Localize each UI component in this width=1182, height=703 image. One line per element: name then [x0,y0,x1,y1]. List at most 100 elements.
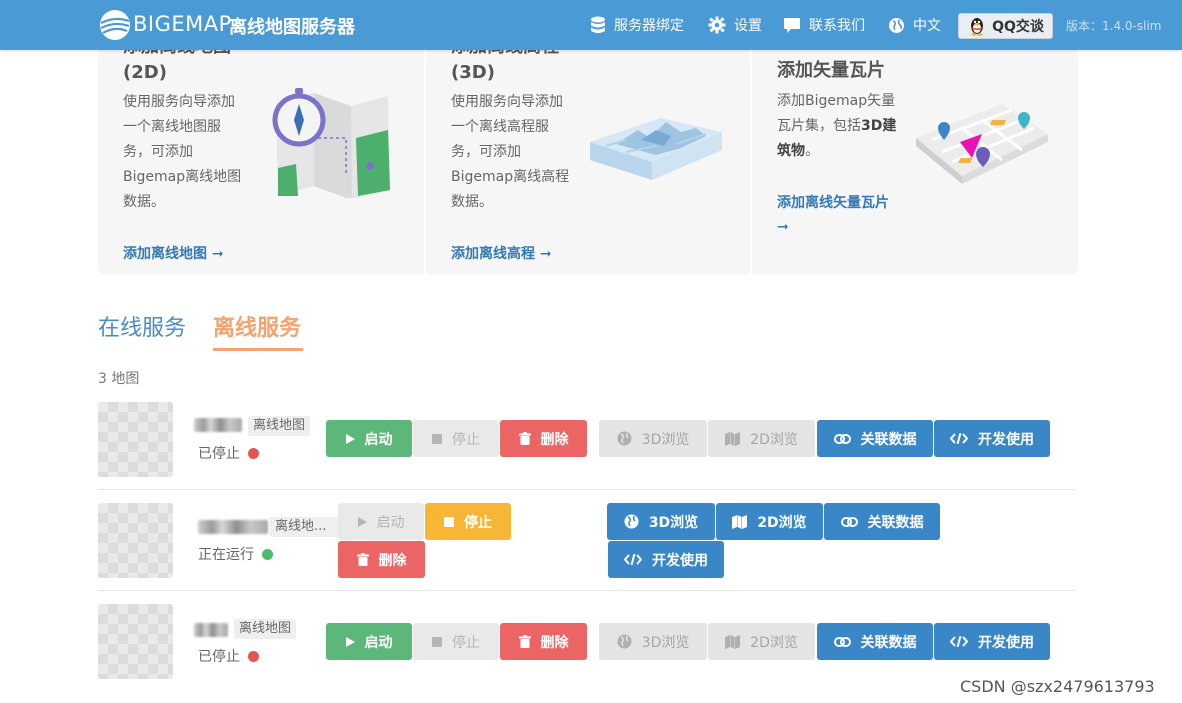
status-text: 已停止 [198,649,240,665]
button-label: 关联数据 [867,514,924,531]
version-label: 版本：1.4.0-slim [1066,19,1162,33]
map-type-tag: 离线地图 [248,416,311,436]
nav-language[interactable]: 中文 [888,0,941,50]
card-desc-line: 务，可添加 [451,144,521,160]
active-tab-underline [213,348,303,351]
card-title: 添加矢量瓦片 [777,60,885,81]
globe-icon [617,634,632,649]
qq-chat-button[interactable]: QQ交谈 [958,13,1053,39]
button-label: 3D浏览 [641,634,690,651]
nav-contact-label: 联系我们 [809,18,865,34]
link-data-button[interactable]: 关联数据 [824,503,940,540]
map-count: 3 地图 [98,371,140,387]
card-add-offline-elevation: 添加离线高程 (3D) 使用服务向导添加 一个离线高程服 务，可添加 Bigem… [426,36,750,274]
view-2d-button[interactable]: 2D浏览 [716,503,823,540]
nav-contact[interactable]: 联系我们 [783,0,865,50]
play-icon [345,433,355,444]
button-label: 删除 [540,431,569,448]
card-desc-line: 数据。 [123,194,165,210]
card-desc-bold: 3D [861,118,883,134]
delete-button[interactable]: 删除 [500,623,587,660]
top-header: BIGEMAP 离线地图服务器 服务器绑定 设置 联系我们 中文 QQ交谈 版本… [0,0,1182,50]
button-label: 删除 [378,552,407,569]
dev-use-button[interactable]: 开发使用 [934,623,1050,660]
map-status: 已停止 [198,443,259,463]
link-data-button[interactable]: 关联数据 [817,420,933,457]
qq-chat-label: QQ交谈 [992,19,1044,35]
add-vector-tiles-link[interactable]: 添加离线矢量瓦片 ➞ [777,191,917,239]
button-label: 关联数据 [860,431,917,448]
view-3d-button[interactable]: 3D浏览 [599,623,707,660]
link-label: 添加离线地图 [123,246,207,262]
code-icon [950,636,968,647]
card-description: 使用服务向导添加 一个离线高程服 务，可添加 Bigemap离线高程 数据。 [451,90,581,215]
card-desc-text: 。 [805,143,819,159]
terrain-3d-icon [590,118,722,180]
map-thumbnail [98,402,173,477]
stop-button[interactable]: 停止 [425,503,511,540]
map-name-blurred [194,418,242,432]
card-desc-line: 数据。 [451,194,493,210]
chat-icon [784,17,800,33]
status-dot-stopped [248,447,259,459]
card-desc-line: Bigemap离线高程 [451,169,570,185]
view-3d-button[interactable]: 3D浏览 [599,420,707,457]
arrow-right-icon: ➞ [211,246,224,262]
delete-button[interactable]: 删除 [338,541,425,578]
button-label: 启动 [364,431,393,448]
map-status: 已停止 [198,646,259,666]
link-label: 添加离线高程 [451,246,535,262]
view-2d-button[interactable]: 2D浏览 [708,420,815,457]
chain-link-icon [833,433,851,444]
trash-icon [518,635,531,648]
delete-button[interactable]: 删除 [500,420,587,457]
start-button[interactable]: 启动 [326,623,412,660]
vector-tiles-map-icon [916,104,1048,184]
chain-link-icon [833,636,851,647]
trash-icon [518,432,531,445]
add-offline-elevation-link[interactable]: 添加离线高程 ➞ [451,242,552,266]
view-2d-button[interactable]: 2D浏览 [708,623,815,660]
start-button[interactable]: 启动 [326,420,412,457]
watermark-text: CSDN @szx2479613793 [960,677,1155,696]
card-desc-line: 一个离线高程服 [451,119,549,135]
globe-icon [617,431,632,446]
add-offline-map-link[interactable]: 添加离线地图 ➞ [123,242,224,266]
button-label: 停止 [464,514,492,531]
button-label: 启动 [376,514,405,531]
card-desc-line: 一个离线地图服 [123,119,221,135]
button-label: 删除 [540,634,569,651]
button-label: 停止 [452,431,480,448]
map-thumbnail [98,503,173,578]
button-label: 2D浏览 [757,514,807,531]
card-desc-line: 务，可添加 [123,144,193,160]
link-data-button[interactable]: 关联数据 [817,623,933,660]
status-text: 已停止 [198,446,240,462]
map-name-blurred [194,623,228,637]
play-icon [345,636,355,647]
qq-penguin-icon [971,18,984,36]
arrow-right-icon: ➞ [539,246,552,262]
tab-online-services[interactable]: 在线服务 [98,310,186,342]
app-title: 离线地图服务器 [229,17,355,38]
card-desc-line: 使用服务向导添加 [123,94,235,110]
map-thumbnail [98,604,173,679]
status-text: 正在运行 [198,547,254,563]
add-service-cards: 添加离线地图 (2D) 使用服务向导添加 一个离线地图服 务，可添加 Bigem… [98,36,1078,274]
stop-button[interactable]: 停止 [413,420,499,457]
view-3d-button[interactable]: 3D浏览 [607,503,715,540]
chain-link-icon [840,516,858,527]
start-button[interactable]: 启动 [338,503,424,540]
nav-settings[interactable]: 设置 [708,0,762,50]
stop-square-icon [432,636,442,647]
button-label: 启动 [364,634,393,651]
tab-offline-services[interactable]: 离线服务 [213,310,301,342]
nav-settings-label: 设置 [734,18,762,34]
dev-use-button[interactable]: 开发使用 [608,541,724,578]
map-name-blurred [198,520,268,534]
stop-button[interactable]: 停止 [413,623,499,660]
nav-server-bind[interactable]: 服务器绑定 [590,0,684,50]
nav-language-label: 中文 [913,18,941,34]
stop-square-icon [444,516,454,527]
dev-use-button[interactable]: 开发使用 [934,420,1050,457]
